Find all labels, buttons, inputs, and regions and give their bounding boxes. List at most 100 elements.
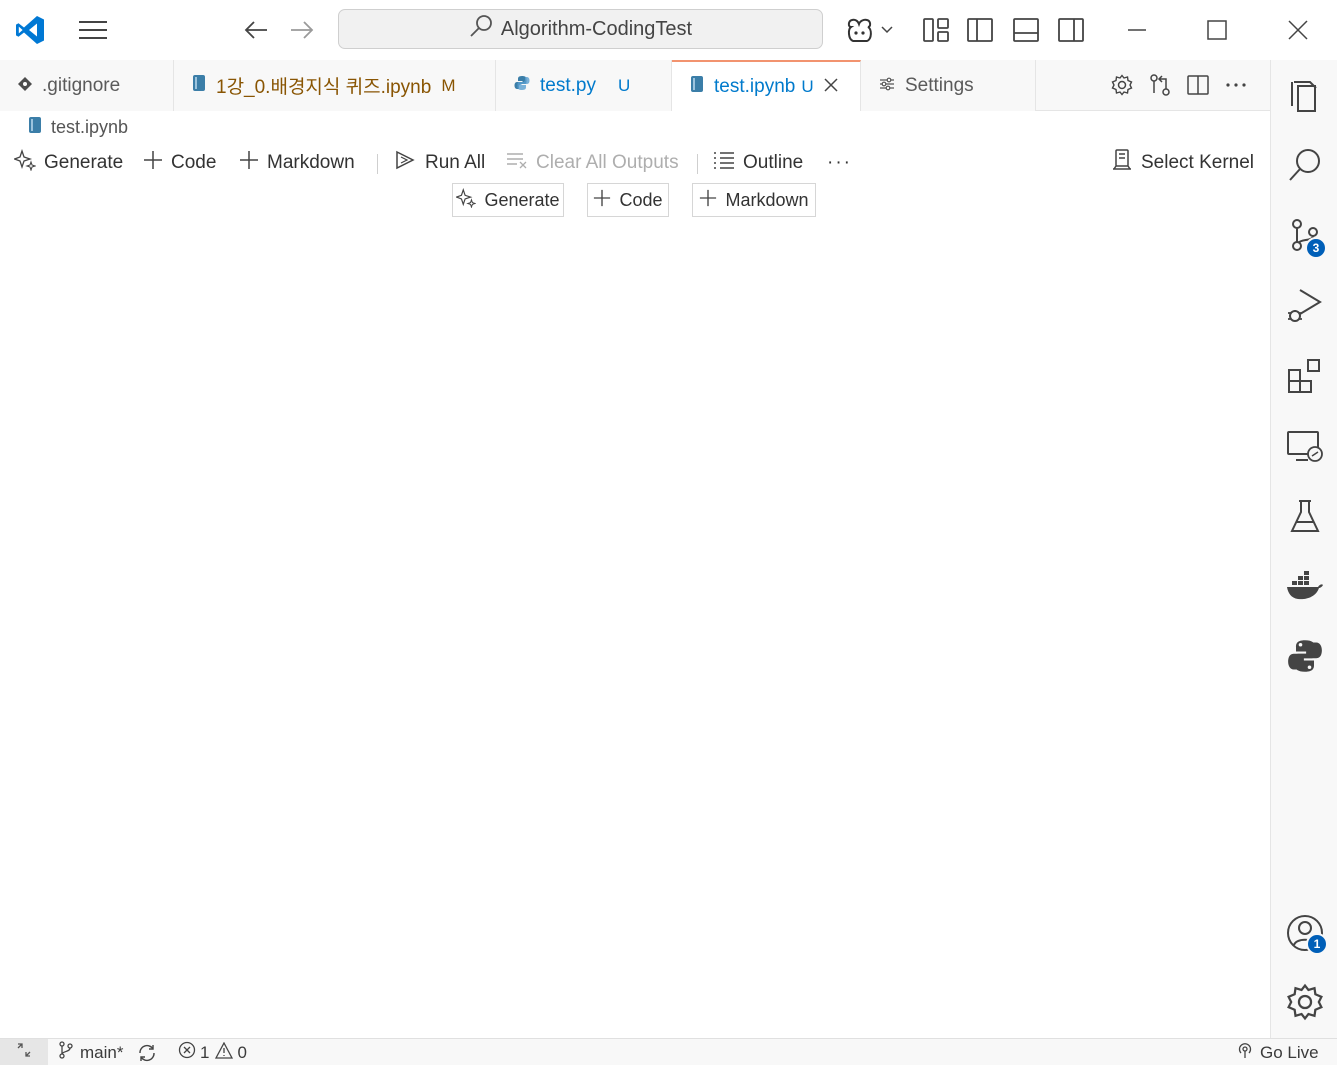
run-all-label: Run All <box>425 152 486 173</box>
tab-settings[interactable]: Settings <box>861 60 1036 111</box>
menu-icon[interactable] <box>76 14 110 46</box>
tab-test-py[interactable]: test.py U <box>496 60 672 111</box>
notebook-file-icon <box>28 116 42 138</box>
explorer-icon[interactable] <box>1271 66 1337 126</box>
extensions-icon[interactable] <box>1271 346 1337 406</box>
run-and-debug-icon[interactable] <box>1271 275 1337 335</box>
remote-indicator[interactable] <box>0 1039 48 1065</box>
select-kernel-label: Select Kernel <box>1141 152 1255 173</box>
warning-count: 0 <box>237 1042 247 1062</box>
toggle-secondary-sidebar-icon[interactable] <box>1055 14 1087 46</box>
testing-flask-icon[interactable] <box>1271 486 1337 546</box>
breadcrumb[interactable]: test.ipynb <box>28 116 128 138</box>
vscode-logo-icon <box>12 12 48 48</box>
sparkle-icon <box>455 187 478 213</box>
close-icon[interactable] <box>1281 14 1315 46</box>
notebook-toolbar: Generate Code Markdown Run All Clear All… <box>0 146 1270 180</box>
search-icon <box>469 14 493 44</box>
insert-generate-label: Generate <box>484 189 560 210</box>
title-bar: Algorithm-CodingTest <box>0 0 1337 60</box>
outline-label: Outline <box>743 152 804 173</box>
add-code-cell-button[interactable]: Code <box>143 146 216 180</box>
insert-markdown-button[interactable]: Markdown <box>692 183 816 217</box>
split-editor-icon[interactable] <box>1184 70 1212 100</box>
tab-gitignore[interactable]: .gitignore <box>0 60 174 111</box>
maximize-icon[interactable] <box>1200 14 1234 46</box>
tab-label: test.py <box>540 74 596 96</box>
minimize-icon[interactable] <box>1120 14 1154 46</box>
command-center-search[interactable]: Algorithm-CodingTest <box>338 9 823 49</box>
tab-label: 1강_0.배경지식 퀴즈.ipynb <box>216 77 432 98</box>
source-control-icon[interactable]: 3 <box>1271 205 1337 265</box>
tab-quiz-notebook[interactable]: 1강_0.배경지식 퀴즈.ipynb M <box>174 60 496 111</box>
toolbar-separator <box>377 154 378 174</box>
untracked-badge: U <box>617 75 631 95</box>
activity-bar: 3 1 <box>1270 60 1337 1038</box>
broadcast-icon <box>1236 1041 1254 1064</box>
notebook-settings-gear-icon[interactable] <box>1108 70 1136 100</box>
outline-button[interactable]: Outline <box>713 146 803 180</box>
copilot-icon[interactable] <box>842 14 896 46</box>
python-icon[interactable] <box>1271 626 1337 686</box>
plus-icon <box>143 150 163 176</box>
branch-indicator[interactable]: main* <box>58 1039 123 1065</box>
run-all-icon <box>395 150 417 176</box>
search-text: Algorithm-CodingTest <box>500 17 693 40</box>
customize-layout-icon[interactable] <box>920 14 952 46</box>
search-icon[interactable] <box>1271 135 1337 195</box>
git-file-icon <box>18 75 32 97</box>
sparkle-icon <box>12 148 37 177</box>
code-label: Code <box>171 152 217 173</box>
go-live-label: Go Live <box>1260 1042 1319 1062</box>
notebook-file-icon <box>690 75 704 98</box>
back-arrow-icon[interactable] <box>240 14 272 46</box>
warning-icon <box>215 1041 234 1064</box>
more-toolbar-actions-button[interactable]: ··· <box>827 146 852 180</box>
toolbar-separator <box>697 154 698 174</box>
docker-icon[interactable] <box>1271 556 1337 616</box>
close-tab-icon[interactable] <box>824 76 838 98</box>
more-label: ··· <box>827 152 852 173</box>
accounts-icon[interactable]: 1 <box>1271 903 1337 963</box>
toggle-primary-sidebar-icon[interactable] <box>964 14 996 46</box>
generate-button[interactable]: Generate <box>12 146 124 180</box>
plus-icon <box>593 189 611 212</box>
insert-markdown-label: Markdown <box>725 189 809 210</box>
go-live-button[interactable]: Go Live <box>1236 1039 1319 1065</box>
more-actions-icon[interactable] <box>1222 70 1250 100</box>
tab-label: Settings <box>905 74 974 96</box>
sync-icon[interactable] <box>137 1039 157 1065</box>
remote-explorer-icon[interactable] <box>1271 416 1337 476</box>
manage-gear-icon[interactable] <box>1271 972 1337 1032</box>
clear-all-outputs-button[interactable]: Clear All Outputs <box>506 146 679 180</box>
toggle-panel-icon[interactable] <box>1010 14 1042 46</box>
status-bar: main* 1 0 Go Live <box>0 1038 1337 1065</box>
tab-test-ipynb[interactable]: test.ipynb U <box>672 60 861 111</box>
kernel-icon <box>1111 149 1133 177</box>
add-markdown-cell-button[interactable]: Markdown <box>239 146 355 180</box>
accounts-badge: 1 <box>1306 933 1328 955</box>
editor-tab-bar: .gitignore 1강_0.배경지식 퀴즈.ipynb M test.py … <box>0 60 1270 111</box>
markdown-label: Markdown <box>267 152 355 173</box>
error-icon <box>178 1041 196 1064</box>
generate-label: Generate <box>44 152 124 173</box>
select-kernel-button[interactable]: Select Kernel <box>1111 146 1254 180</box>
forward-arrow-icon[interactable] <box>286 14 318 46</box>
run-all-button[interactable]: Run All <box>395 146 485 180</box>
plus-icon <box>239 150 259 176</box>
insert-code-label: Code <box>619 189 663 210</box>
notebook-file-icon <box>192 74 206 97</box>
open-changes-icon[interactable] <box>1146 70 1174 100</box>
settings-sliders-icon <box>879 75 895 97</box>
problems-indicator[interactable]: 1 0 <box>178 1039 247 1065</box>
git-branch-icon <box>58 1041 74 1064</box>
tab-label: test.ipynb <box>714 75 796 97</box>
python-file-icon <box>514 75 530 97</box>
list-icon <box>713 151 735 175</box>
insert-code-button[interactable]: Code <box>587 183 669 217</box>
remote-icon <box>16 1042 32 1063</box>
chevron-down-icon <box>881 26 893 34</box>
insert-generate-button[interactable]: Generate <box>452 183 564 217</box>
breadcrumb-file[interactable]: test.ipynb <box>51 117 128 138</box>
branch-name: main* <box>80 1042 124 1062</box>
